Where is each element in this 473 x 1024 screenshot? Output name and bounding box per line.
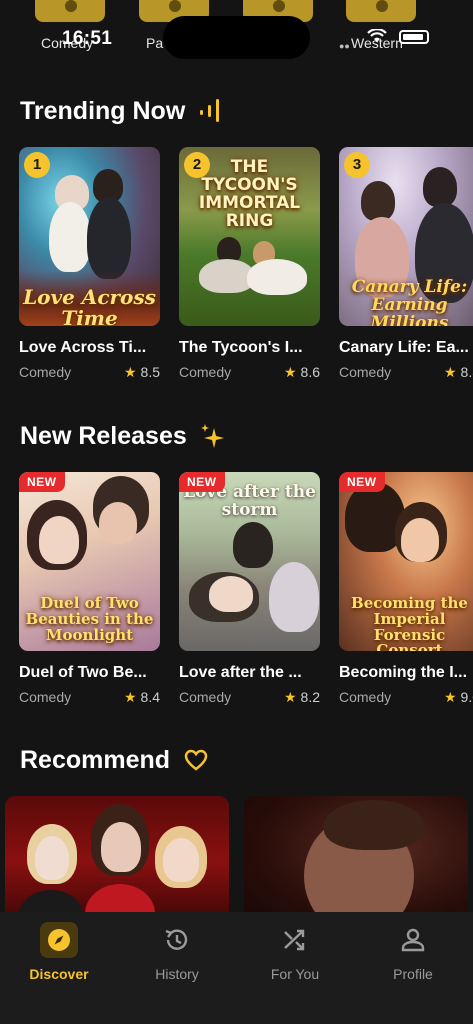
- drama-name[interactable]: Love Across Ti...: [19, 339, 160, 357]
- rank-badge: 1: [24, 152, 50, 178]
- star-icon: ★: [443, 364, 457, 380]
- rating-value: 8.5: [140, 364, 160, 380]
- drama-name[interactable]: Canary Life: Ea...: [339, 339, 473, 357]
- trending-bars-icon: [200, 99, 219, 122]
- rating: ★9.0: [444, 689, 473, 706]
- star-icon: ★: [283, 364, 297, 380]
- nav-label: History: [155, 966, 199, 982]
- history-icon: [158, 922, 196, 958]
- rating-value: 8.2: [300, 689, 320, 705]
- poster-image[interactable]: Love after the storm NEW: [179, 472, 320, 651]
- trending-card[interactable]: THE TYCOON'S IMMORTAL RING 2 The Tycoon'…: [179, 147, 320, 381]
- category-label[interactable]: Pa: [146, 35, 163, 51]
- rank-badge: 2: [184, 152, 210, 178]
- genre-label: Comedy: [19, 364, 72, 380]
- nav-label: For You: [270, 966, 320, 982]
- poster-title: Canary Life: Earning Millions: [351, 277, 468, 326]
- trending-card[interactable]: Love Across Time 1 Love Across Ti... Com…: [19, 147, 160, 381]
- new-badge: NEW: [179, 472, 225, 492]
- nav-profile[interactable]: Profile: [358, 922, 468, 982]
- category-icon: [376, 0, 388, 12]
- rating-value: 9.0: [460, 689, 473, 705]
- trending-card[interactable]: Canary Life: Earning Millions 3 Canary L…: [339, 147, 473, 381]
- poster-title: Becoming the Imperial Forensic Consort: [351, 594, 468, 651]
- poster-title: Duel of Two Beauties in the Moonlight: [25, 594, 154, 644]
- rating: ★ 8.4: [124, 689, 160, 706]
- nav-label: Profile: [393, 966, 433, 982]
- rank-badge: 3: [344, 152, 370, 178]
- recommend-title: Recommend: [20, 746, 171, 774]
- status-time: 16:51: [62, 28, 113, 49]
- nav-discover[interactable]: Discover: [4, 922, 114, 982]
- new-release-card[interactable]: Becoming the Imperial Forensic Consort N…: [339, 472, 473, 706]
- nav-for-you[interactable]: For You: [240, 922, 350, 982]
- rating: ★ 8.2: [284, 689, 320, 706]
- new-release-card[interactable]: Duel of Two Beauties in the Moonlight NE…: [19, 472, 160, 706]
- rating: ★ 8.5: [124, 364, 160, 381]
- new-release-card[interactable]: Love after the storm NEW Love after the …: [179, 472, 320, 706]
- genre-label: Comedy: [339, 689, 392, 705]
- genre-label: Comedy: [179, 689, 232, 705]
- compass-icon: [40, 922, 78, 958]
- battery-icon: [399, 30, 429, 44]
- shuffle-icon: [276, 922, 314, 958]
- drama-name[interactable]: Love after the ...: [179, 664, 320, 682]
- rating-value: 8.8: [460, 364, 473, 380]
- heart-icon: [184, 749, 208, 771]
- new-releases-title: New Releases: [20, 422, 187, 450]
- poster-image[interactable]: Duel of Two Beauties in the Moonlight NE…: [19, 472, 160, 651]
- card-meta: Comedy ★ 8.2: [179, 689, 320, 706]
- bottom-nav: Discover History For You Profile: [0, 912, 473, 1024]
- poster-image[interactable]: THE TYCOON'S IMMORTAL RING 2: [179, 147, 320, 326]
- rating: ★8.8: [444, 364, 473, 381]
- recommend-card[interactable]: [5, 796, 229, 926]
- star-icon: ★: [123, 364, 137, 380]
- poster-image[interactable]: Becoming the Imperial Forensic Consort N…: [339, 472, 473, 651]
- recommend-card[interactable]: [244, 796, 468, 926]
- new-badge: NEW: [19, 472, 65, 492]
- category-icon: [273, 0, 285, 12]
- card-meta: Comedy ★9.0: [339, 689, 473, 706]
- dynamic-island: [163, 16, 310, 59]
- genre-label: Comedy: [339, 364, 392, 380]
- drama-name[interactable]: Becoming the I...: [339, 664, 473, 682]
- rating: ★ 8.6: [284, 364, 320, 381]
- wifi-icon: [367, 29, 387, 42]
- drama-name[interactable]: The Tycoon's I...: [179, 339, 320, 357]
- nav-history[interactable]: History: [122, 922, 232, 982]
- rating-value: 8.4: [140, 689, 160, 705]
- new-badge: NEW: [339, 472, 385, 492]
- category-comedy-chip[interactable]: [35, 0, 105, 22]
- star-icon: ★: [443, 689, 457, 705]
- card-meta: Comedy ★ 8.4: [19, 689, 160, 706]
- category-western-chip[interactable]: [346, 0, 416, 22]
- category-icon: [65, 0, 77, 12]
- star-icon: ★: [123, 689, 137, 705]
- trending-title: Trending Now: [20, 97, 186, 125]
- poster-image[interactable]: Canary Life: Earning Millions 3: [339, 147, 473, 326]
- drama-name[interactable]: Duel of Two Be...: [19, 664, 160, 682]
- card-meta: Comedy ★ 8.5: [19, 364, 160, 381]
- rating-value: 8.6: [300, 364, 320, 380]
- nav-label: Discover: [29, 966, 89, 982]
- genre-label: Comedy: [19, 689, 72, 705]
- profile-icon: [394, 922, 432, 958]
- star-icon: ★: [283, 689, 297, 705]
- genre-label: Comedy: [179, 364, 232, 380]
- category-icon: [169, 0, 181, 12]
- poster-title: Love Across Time: [23, 285, 156, 327]
- poster-image[interactable]: Love Across Time 1: [19, 147, 160, 326]
- card-meta: Comedy ★ 8.6: [179, 364, 320, 381]
- signal-icon: ●●: [339, 41, 350, 51]
- sparkle-icon: [201, 424, 224, 448]
- card-meta: Comedy ★8.8: [339, 364, 473, 381]
